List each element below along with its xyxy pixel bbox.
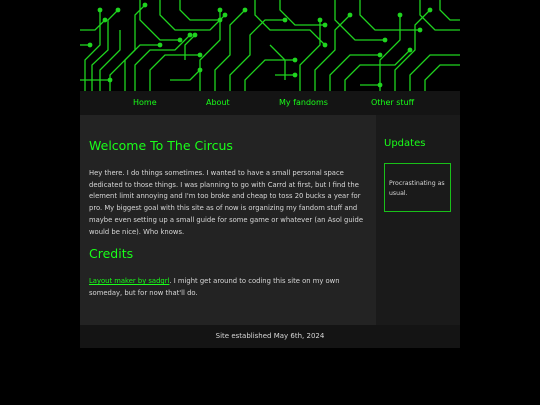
circuit-banner xyxy=(80,0,460,91)
nav-home-link[interactable]: Home xyxy=(133,91,157,115)
page-title: Welcome To The Circus xyxy=(89,138,233,153)
update-entry-box: Procrastinating as usual. xyxy=(384,163,451,212)
page-container: Home About My fandoms Other stuff Welcom… xyxy=(80,0,460,348)
credits-paragraph: Layout maker by sadgrl. I might get arou… xyxy=(89,276,369,299)
main-navigation: Home About My fandoms Other stuff xyxy=(80,91,460,115)
circuit-pattern-image xyxy=(80,0,460,91)
updates-sidebar: Updates Procrastinating as usual. xyxy=(376,115,460,325)
layout-maker-link[interactable]: Layout maker by sadgrl xyxy=(89,277,169,285)
nav-fandoms-link[interactable]: My fandoms xyxy=(279,91,328,115)
updates-heading: Updates xyxy=(384,138,426,149)
nav-other-stuff-link[interactable]: Other stuff xyxy=(371,91,414,115)
intro-paragraph: Hey there. I do things sometimes. I want… xyxy=(89,169,364,236)
site-footer: Site established May 6th, 2024 xyxy=(80,325,460,348)
credits-heading: Credits xyxy=(89,246,134,261)
update-entry-text: Procrastinating as usual. xyxy=(389,180,445,197)
main-content: Welcome To The Circus Hey there. I do th… xyxy=(80,115,376,325)
nav-about-link[interactable]: About xyxy=(206,91,230,115)
footer-text: Site established May 6th, 2024 xyxy=(215,332,325,340)
